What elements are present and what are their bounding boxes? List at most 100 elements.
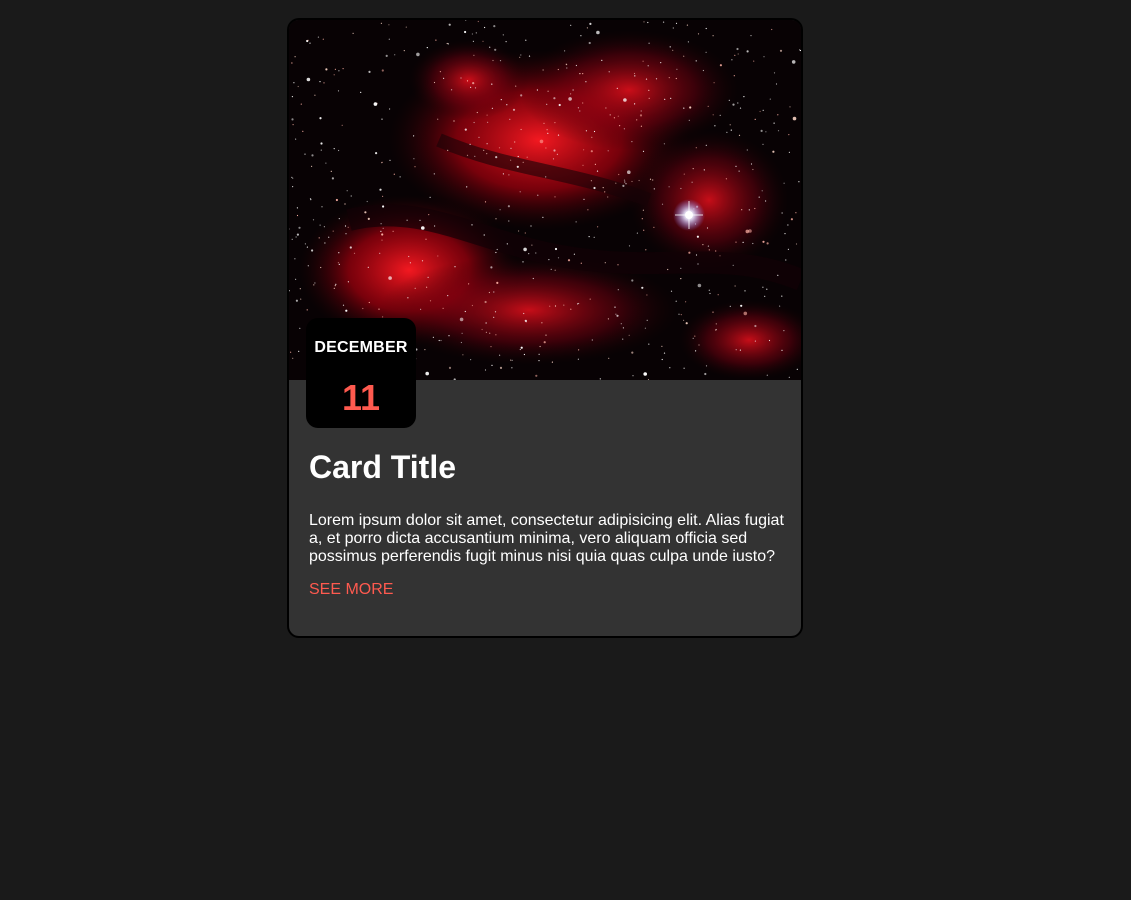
star (545, 334, 547, 336)
star (715, 323, 717, 325)
star (473, 121, 475, 124)
star (607, 150, 609, 152)
star (530, 225, 532, 227)
star (406, 219, 408, 221)
star (538, 353, 540, 355)
star (585, 130, 587, 132)
star (548, 259, 550, 261)
star (311, 249, 314, 252)
star (688, 251, 691, 254)
star (572, 89, 574, 91)
star (769, 98, 771, 100)
star (319, 81, 321, 83)
star (466, 186, 468, 188)
star (554, 269, 556, 271)
star (636, 119, 638, 121)
star (380, 223, 382, 225)
star (460, 341, 462, 344)
star (619, 125, 621, 127)
star (750, 35, 752, 37)
star (709, 292, 711, 295)
star (731, 59, 733, 61)
star (542, 69, 544, 71)
star (591, 136, 593, 138)
star (788, 134, 790, 136)
star (428, 214, 430, 216)
star (346, 190, 348, 192)
star (622, 338, 624, 340)
star (551, 361, 553, 363)
star (474, 155, 476, 157)
star (719, 255, 721, 257)
star (763, 56, 765, 58)
star (484, 300, 487, 304)
star (471, 304, 473, 307)
star (296, 214, 299, 217)
star (706, 227, 709, 229)
star (525, 321, 527, 323)
star (464, 30, 467, 34)
star (649, 178, 652, 180)
star (306, 246, 308, 248)
star (760, 129, 763, 132)
star (695, 147, 697, 149)
star (754, 324, 757, 328)
star (622, 327, 624, 329)
star (639, 114, 643, 117)
star (453, 120, 455, 122)
star (712, 311, 714, 313)
star (607, 196, 609, 198)
star (683, 107, 685, 109)
star (547, 132, 549, 134)
star (508, 174, 510, 176)
star (382, 195, 384, 197)
star (502, 173, 504, 175)
star (663, 352, 666, 354)
star (748, 209, 750, 211)
star (298, 226, 301, 229)
star (407, 297, 409, 299)
star (482, 40, 484, 42)
star (579, 73, 581, 75)
star (587, 209, 589, 211)
star (713, 82, 715, 84)
star (518, 230, 520, 232)
star (462, 354, 464, 356)
star (381, 239, 383, 241)
star (726, 131, 728, 133)
star (373, 102, 378, 106)
see-more-link[interactable]: SEE MORE (309, 581, 393, 599)
star (661, 358, 663, 361)
star (766, 288, 768, 290)
star (427, 276, 429, 278)
star (333, 287, 335, 289)
star (578, 349, 580, 351)
star (493, 25, 496, 28)
star (764, 295, 766, 297)
star (712, 114, 714, 116)
star (788, 376, 790, 378)
star (475, 32, 477, 34)
star (689, 106, 692, 109)
star (648, 343, 650, 345)
star (554, 196, 556, 198)
date-badge: DECEMBER 11 (306, 318, 416, 428)
star (738, 134, 741, 136)
star (582, 73, 584, 75)
star (466, 80, 469, 82)
star (615, 313, 617, 315)
star (307, 39, 309, 41)
star (735, 349, 737, 351)
star (554, 122, 556, 124)
star (306, 309, 308, 311)
star (413, 158, 415, 160)
star (752, 168, 754, 171)
star (575, 221, 577, 223)
star (616, 314, 619, 317)
star (655, 78, 658, 80)
star (319, 224, 321, 226)
star (633, 72, 636, 75)
star (334, 68, 336, 70)
star (528, 55, 531, 57)
star (696, 235, 699, 238)
